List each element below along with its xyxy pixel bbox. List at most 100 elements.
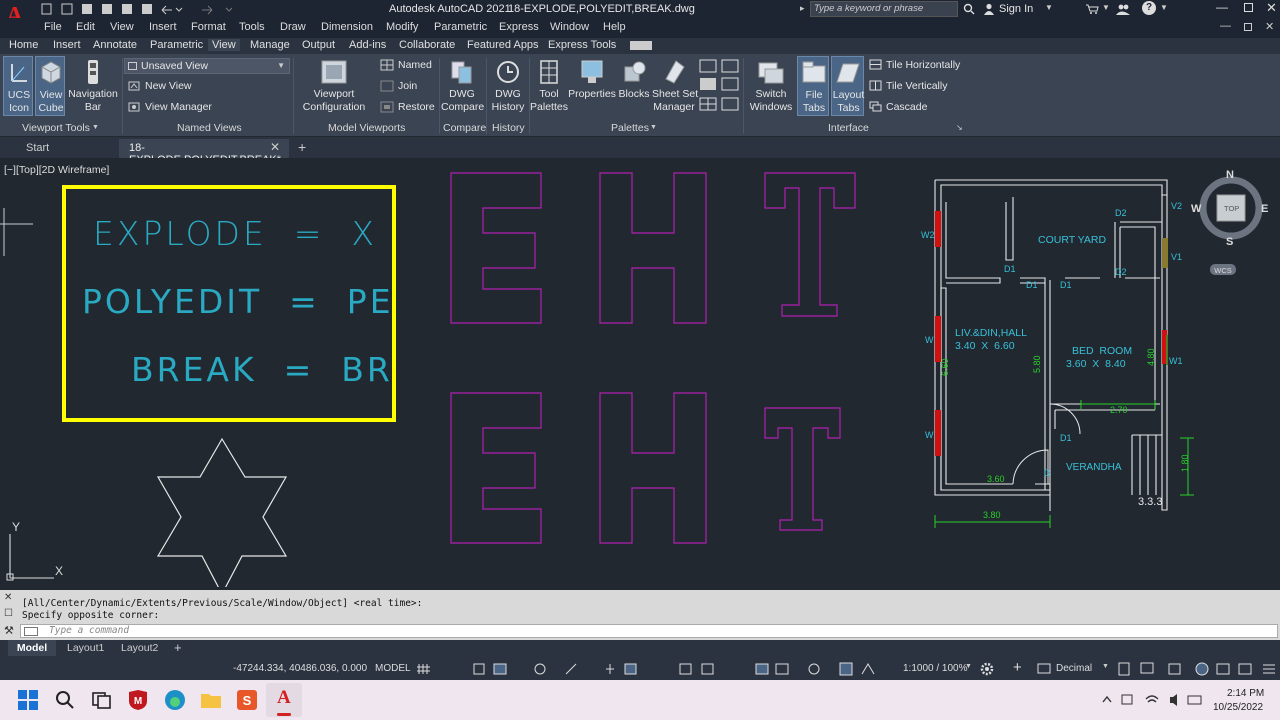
compass-s[interactable]: S bbox=[1226, 236, 1233, 248]
menu-modify[interactable]: Modify bbox=[386, 21, 418, 33]
navigation-bar-button[interactable]: Navigation Bar bbox=[67, 56, 119, 116]
clock-date[interactable]: 10/25/2022 bbox=[1213, 702, 1263, 713]
magenta-letters[interactable] bbox=[440, 168, 870, 548]
file-tabs-button[interactable]: File Tabs bbox=[797, 56, 829, 116]
tile-horizontally-button[interactable]: Tile Horizontally bbox=[886, 59, 960, 71]
star-shape[interactable] bbox=[150, 432, 295, 587]
menu-close-button[interactable]: ✕ bbox=[1265, 20, 1274, 33]
menu-tools[interactable]: Tools bbox=[239, 21, 265, 33]
help-icon[interactable]: ? bbox=[1142, 1, 1156, 15]
tab-add-ins[interactable]: Add-ins bbox=[349, 39, 386, 51]
command-prompt-icon[interactable] bbox=[24, 627, 38, 636]
interface-launcher-icon[interactable]: ↘ bbox=[956, 123, 963, 132]
mcafee-icon[interactable]: M bbox=[127, 689, 149, 711]
tab-express-tools[interactable]: Express Tools bbox=[548, 39, 616, 51]
start-tab[interactable]: Start bbox=[0, 139, 118, 158]
command-input[interactable]: Type a command bbox=[20, 624, 1278, 638]
search-input[interactable]: Type a keyword or phrase bbox=[810, 1, 958, 17]
tile-vertically-button[interactable]: Tile Vertically bbox=[886, 80, 947, 92]
scale-dropdown-icon[interactable]: ▼ bbox=[965, 663, 972, 670]
switch-windows-button[interactable]: Switch Windows bbox=[748, 56, 794, 116]
view-manager-button[interactable]: View Manager bbox=[145, 101, 212, 113]
status-icons-left[interactable] bbox=[416, 661, 896, 677]
cart-icon[interactable] bbox=[1085, 3, 1099, 15]
sign-in-button[interactable]: Sign In bbox=[999, 3, 1033, 15]
named-view-dropdown[interactable]: Unsaved View ▼ bbox=[124, 58, 290, 74]
dwg-history-button[interactable]: DWG History bbox=[488, 56, 528, 116]
compass-top-label[interactable]: TOP bbox=[1224, 204, 1239, 213]
search-icon[interactable] bbox=[963, 3, 975, 15]
tool-palettes-button[interactable]: Tool Palettes bbox=[530, 56, 568, 116]
tab-annotate[interactable]: Annotate bbox=[93, 39, 137, 51]
edge-icon[interactable] bbox=[164, 689, 186, 711]
units-dropdown-icon[interactable]: ▼ bbox=[1102, 663, 1109, 670]
palette-small-icons[interactable] bbox=[698, 58, 718, 114]
layout-tabs-button[interactable]: Layout Tabs bbox=[831, 56, 864, 116]
tab-parametric[interactable]: Parametric bbox=[150, 39, 203, 51]
cascade-button[interactable]: Cascade bbox=[886, 101, 927, 113]
menu-dimension[interactable]: Dimension bbox=[321, 21, 373, 33]
coordinates-readout[interactable]: -47244.334, 40486.036, 0.000 bbox=[233, 663, 367, 674]
compass-e[interactable]: E bbox=[1261, 203, 1268, 215]
new-tab-button[interactable]: + bbox=[298, 139, 306, 155]
palettes-title[interactable]: Palettes bbox=[611, 122, 649, 134]
restore-button-ribbon[interactable]: Restore bbox=[398, 101, 435, 113]
minimize-button[interactable]: — bbox=[1216, 0, 1228, 14]
file-explorer-icon[interactable] bbox=[200, 690, 222, 710]
menu-edit[interactable]: Edit bbox=[76, 21, 95, 33]
properties-button[interactable]: Properties bbox=[568, 56, 616, 116]
status-icons-right[interactable] bbox=[1117, 661, 1280, 677]
palette-small-icons-2[interactable] bbox=[720, 58, 740, 114]
people-icon[interactable] bbox=[1116, 3, 1130, 15]
search-expand-icon[interactable]: ▸ bbox=[800, 3, 805, 14]
viewport-configuration-button[interactable]: Viewport Configuration bbox=[298, 56, 370, 116]
tab-home[interactable]: Home bbox=[9, 39, 38, 51]
tab-featured-apps[interactable]: Featured Apps bbox=[467, 39, 539, 51]
wcs-menu-button[interactable]: WCS bbox=[1210, 264, 1236, 275]
command-options-icon[interactable]: ☐ bbox=[4, 608, 13, 619]
task-view-icon[interactable] bbox=[92, 690, 112, 710]
menu-help[interactable]: Help bbox=[603, 21, 626, 33]
sheet-set-manager-button[interactable]: Sheet Set Manager bbox=[652, 56, 698, 116]
menu-view[interactable]: View bbox=[110, 21, 134, 33]
clock-time[interactable]: 2:14 PM bbox=[1227, 688, 1264, 699]
gear-icon[interactable] bbox=[979, 661, 995, 677]
menu-file[interactable]: File bbox=[44, 21, 62, 33]
cart-dropdown-icon[interactable]: ▼ bbox=[1102, 3, 1110, 12]
named-viewports-button[interactable]: Named bbox=[398, 59, 432, 71]
autocad-taskbar-button[interactable]: A bbox=[266, 683, 302, 717]
compass-n[interactable]: N bbox=[1226, 169, 1234, 181]
restore-button[interactable] bbox=[1244, 3, 1253, 12]
explode-text[interactable]: EXPLODE = X bbox=[93, 214, 377, 253]
tray-icons[interactable] bbox=[1100, 692, 1204, 708]
menu-format[interactable]: Format bbox=[191, 21, 226, 33]
tab-output[interactable]: Output bbox=[302, 39, 335, 51]
join-button[interactable]: Join bbox=[398, 80, 417, 92]
view-cube-button[interactable]: View Cube bbox=[35, 56, 65, 116]
quick-access-toolbar[interactable] bbox=[40, 2, 240, 16]
tab-view[interactable]: View bbox=[208, 39, 240, 51]
polyedit-text[interactable]: POLYEDIT = PE bbox=[82, 282, 394, 321]
menu-draw[interactable]: Draw bbox=[280, 21, 306, 33]
model-space-button[interactable]: MODEL bbox=[372, 660, 412, 677]
menu-restore-button[interactable] bbox=[1244, 23, 1252, 31]
document-tab[interactable]: 18-EXPLODE,POLYEDIT,BREAK* ✕ bbox=[119, 139, 289, 166]
close-tab-icon[interactable]: ✕ bbox=[270, 140, 280, 154]
screenrec-icon[interactable]: S bbox=[236, 689, 258, 711]
compass-w[interactable]: W bbox=[1191, 203, 1201, 215]
break-text[interactable]: BREAK = BR bbox=[131, 350, 393, 389]
menu-parametric[interactable]: Parametric bbox=[434, 21, 487, 33]
help-dropdown-icon[interactable]: ▼ bbox=[1160, 3, 1168, 12]
tab-model[interactable]: Model bbox=[8, 640, 56, 656]
search-taskbar-icon[interactable] bbox=[55, 690, 75, 710]
tab-manage[interactable]: Manage bbox=[250, 39, 290, 51]
drawing-canvas[interactable]: [−][Top][2D Wireframe] EXPLODE = X POLYE… bbox=[0, 158, 1280, 590]
annotation-scale[interactable]: 1:1000 / 100% bbox=[903, 663, 968, 674]
menu-window[interactable]: Window bbox=[550, 21, 589, 33]
viewport-tools-title[interactable]: Viewport Tools bbox=[22, 122, 90, 134]
viewport-tools-dropdown-icon[interactable]: ▼ bbox=[92, 124, 99, 131]
blocks-button[interactable]: Blocks bbox=[616, 56, 652, 116]
wrench-icon[interactable]: ⚒ bbox=[4, 624, 14, 637]
units-value[interactable]: Decimal bbox=[1056, 663, 1092, 674]
sign-in-dropdown-icon[interactable]: ▼ bbox=[1045, 3, 1053, 12]
